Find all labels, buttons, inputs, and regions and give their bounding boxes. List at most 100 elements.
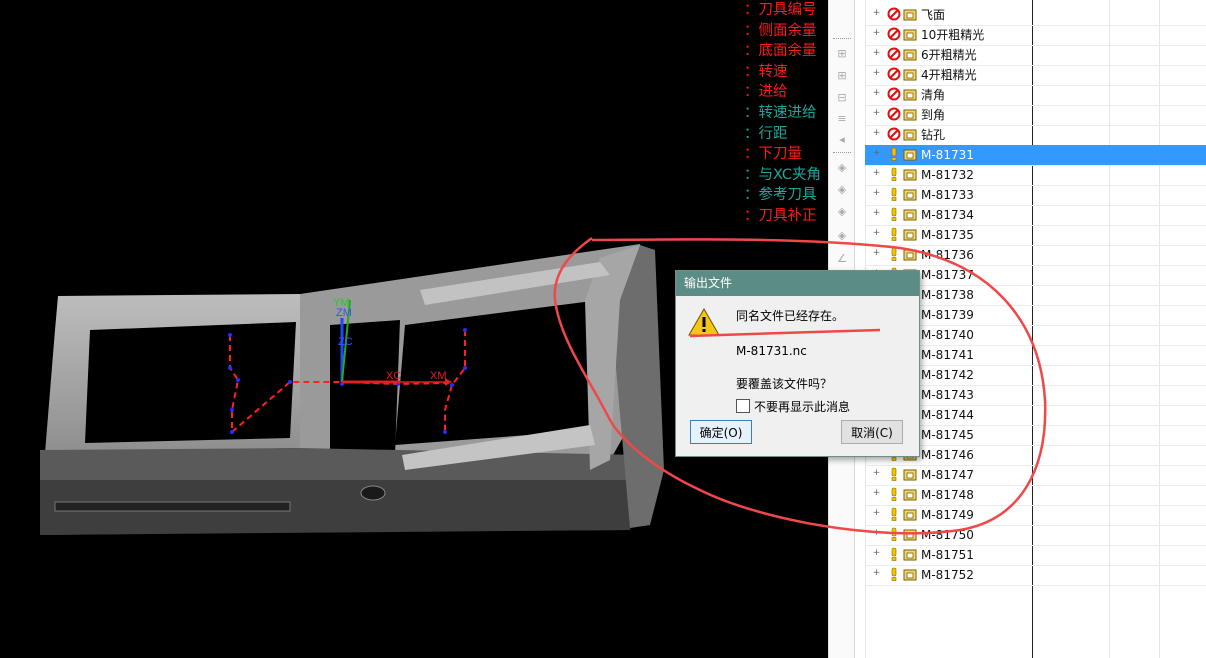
ok-button[interactable]: 确定(O)	[690, 420, 752, 444]
expand-icon[interactable]: +	[872, 249, 881, 258]
tree-row-label: M-81746	[921, 448, 974, 462]
operation-folder-icon	[903, 229, 917, 241]
cube-icon[interactable]: ◈	[835, 184, 849, 196]
expand-icon[interactable]: +	[872, 489, 881, 498]
expand-icon[interactable]: +	[872, 209, 881, 218]
tree-row-label: M-81741	[921, 348, 974, 362]
expand-icon[interactable]: +	[872, 29, 881, 38]
tree-row[interactable]: + M-81752	[865, 565, 1206, 586]
legend-item: ：行距	[744, 125, 788, 142]
legend-item: ：转速进给	[744, 104, 817, 121]
dont-show-again-checkbox[interactable]	[736, 399, 750, 413]
expand-icon[interactable]: +	[872, 529, 881, 538]
exclamation-icon	[891, 547, 897, 561]
expand-icon[interactable]: +	[872, 149, 881, 158]
operation-folder-icon	[903, 509, 917, 521]
tree-row-label: M-81733	[921, 188, 974, 202]
tree-row-label: M-81732	[921, 168, 974, 182]
tree-row[interactable]: + M-81735	[865, 225, 1206, 246]
parameter-legend: ：刀具编号 ：侧面余量 ：底面余量 ：转速 ：进给 ：转速进给 ：行距 ：下刀量 ：与XC夹角 ：…	[744, 0, 828, 227]
toolstrip-grip	[833, 152, 851, 155]
tree-row[interactable]: + M-81733	[865, 185, 1206, 206]
tree-row-label: M-81731	[921, 148, 974, 162]
exclamation-icon	[891, 167, 897, 181]
expand-icon[interactable]: +	[872, 569, 881, 578]
expand-icon[interactable]: +	[872, 189, 881, 198]
cube-icon[interactable]: ◈	[835, 206, 849, 218]
operation-folder-icon	[903, 469, 917, 481]
tree-row[interactable]: + 清角	[865, 85, 1206, 106]
expand-icon[interactable]: +	[872, 89, 881, 98]
tree-row[interactable]: +10开粗精光	[865, 25, 1206, 46]
tree-row[interactable]: +4开粗精光	[865, 65, 1206, 86]
exclamation-icon	[891, 567, 897, 581]
tree-row[interactable]: + M-81736	[865, 245, 1206, 266]
legend-item: ：参考刀具	[744, 187, 817, 204]
operation-folder-icon	[903, 69, 917, 81]
tree-row-label: 飞面	[921, 8, 946, 22]
expand-icon[interactable]: +	[872, 9, 881, 18]
tree-row-label: M-81750	[921, 528, 974, 542]
tree-row[interactable]: + 钻孔	[865, 125, 1206, 146]
operation-folder-icon	[903, 249, 917, 261]
tree-row-label: 10开粗精光	[921, 28, 985, 42]
tree-row[interactable]: + M-81748	[865, 485, 1206, 506]
tree-row[interactable]: + M-81749	[865, 505, 1206, 526]
exclamation-icon	[891, 227, 897, 241]
cancel-button[interactable]: 取消(C)	[841, 420, 903, 444]
cube-icon[interactable]: ◈	[835, 230, 849, 242]
legend-item: ：进给	[744, 84, 788, 101]
not-allowed-icon	[887, 7, 901, 21]
tree-row-label: M-81742	[921, 368, 974, 382]
tree-row-label: M-81752	[921, 568, 974, 582]
tree-row[interactable]: + M-81732	[865, 165, 1206, 186]
expand-icon[interactable]: +	[872, 469, 881, 478]
tree-row-label: M-81748	[921, 488, 974, 502]
tree-row-label: 清角	[921, 88, 946, 102]
legend-item: ：刀具编号	[744, 2, 817, 18]
expand-icon[interactable]: +	[872, 509, 881, 518]
tree-row[interactable]: + 到角	[865, 105, 1206, 126]
tool-icon[interactable]: ⊞	[835, 48, 849, 60]
expand-icon[interactable]: +	[872, 49, 881, 58]
exclamation-icon	[891, 187, 897, 201]
tool-icon[interactable]: ⊟	[835, 92, 849, 104]
tree-row[interactable]: + M-81747	[865, 465, 1206, 486]
exclamation-icon	[891, 207, 897, 221]
operation-folder-icon	[903, 109, 917, 121]
tool-icon[interactable]: ≡	[835, 113, 849, 125]
tree-row[interactable]: + M-81731	[865, 145, 1206, 166]
tree-row-label: M-81734	[921, 208, 974, 222]
tree-row[interactable]: + M-81751	[865, 545, 1206, 566]
angle-icon[interactable]: ∠	[835, 253, 849, 265]
operation-folder-icon	[903, 569, 917, 581]
not-allowed-icon	[887, 127, 901, 141]
not-allowed-icon	[887, 27, 901, 41]
not-allowed-icon	[887, 87, 901, 101]
tree-row-label: M-81737	[921, 268, 974, 282]
dialog-title: 输出文件	[676, 271, 919, 296]
legend-item: ：刀具补正	[744, 207, 817, 224]
expand-icon[interactable]: +	[872, 69, 881, 78]
tool-icon[interactable]: ⊞	[835, 70, 849, 82]
tree-row-label: M-81743	[921, 388, 974, 402]
tree-row-label: M-81740	[921, 328, 974, 342]
operation-folder-icon	[903, 189, 917, 201]
expand-icon[interactable]: +	[872, 129, 881, 138]
operation-folder-icon	[903, 89, 917, 101]
expand-icon[interactable]: +	[872, 109, 881, 118]
tree-row[interactable]: + 飞面	[865, 5, 1206, 26]
expand-icon[interactable]: +	[872, 169, 881, 178]
output-file-dialog: 输出文件 同名文件已经存在。 M-81731.nc 要覆盖该文件吗？ 不要再显示…	[675, 270, 920, 457]
axis-label-xc: XC	[386, 370, 401, 382]
dont-show-again-label[interactable]: 不要再显示此消息	[754, 398, 850, 415]
tree-row[interactable]: +6开粗精光	[865, 45, 1206, 66]
cube-icon[interactable]: ◈	[835, 162, 849, 174]
collapse-arrow-icon[interactable]: ◂	[835, 134, 849, 146]
workpiece-top	[40, 244, 664, 535]
tree-row[interactable]: + M-81750	[865, 525, 1206, 546]
expand-icon[interactable]: +	[872, 549, 881, 558]
tree-row[interactable]: + M-81734	[865, 205, 1206, 226]
dialog-filename: M-81731.nc	[736, 344, 807, 358]
expand-icon[interactable]: +	[872, 229, 881, 238]
